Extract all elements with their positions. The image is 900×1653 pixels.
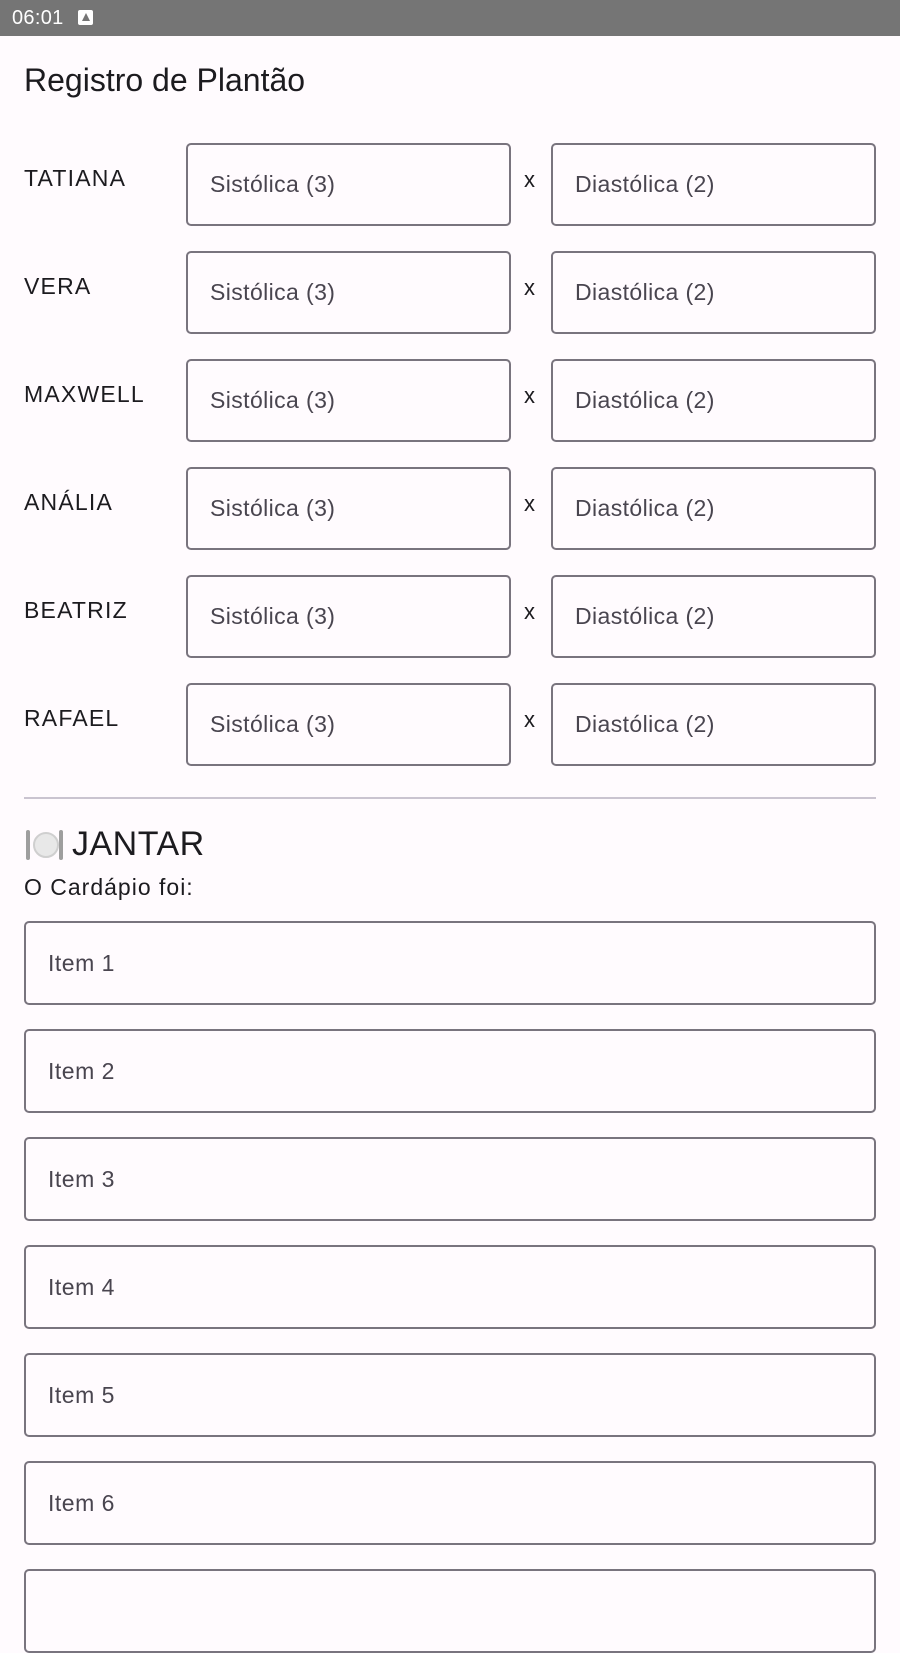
patient-name: RAFAEL xyxy=(24,705,120,731)
diastolic-input[interactable] xyxy=(551,251,876,334)
systolic-input[interactable] xyxy=(186,683,511,766)
status-time: 06:01 xyxy=(12,7,64,29)
diastolic-input[interactable] xyxy=(551,143,876,226)
patient-name: MAXWELL xyxy=(24,381,145,407)
bp-row-analia: ANÁLIA x xyxy=(0,467,900,551)
bp-row-rafael: RAFAEL x xyxy=(0,683,900,767)
patient-name: TATIANA xyxy=(24,165,127,191)
menu-item-input[interactable] xyxy=(24,1353,876,1437)
menu-item-input[interactable] xyxy=(24,1245,876,1329)
diastolic-input[interactable] xyxy=(551,467,876,550)
bp-row-maxwell: MAXWELL x xyxy=(0,359,900,443)
bp-separator: x xyxy=(524,599,535,624)
menu-item-input[interactable] xyxy=(24,1461,876,1545)
menu-label: O Cardápio foi: xyxy=(24,874,194,900)
status-bar: 06:01 xyxy=(0,0,900,36)
systolic-input[interactable] xyxy=(186,251,511,334)
diastolic-input[interactable] xyxy=(551,359,876,442)
systolic-input[interactable] xyxy=(186,575,511,658)
bp-separator: x xyxy=(524,707,535,732)
patient-name: BEATRIZ xyxy=(24,597,128,623)
patient-name: VERA xyxy=(24,273,92,299)
bp-separator: x xyxy=(524,383,535,408)
menu-item-input[interactable] xyxy=(24,1029,876,1113)
menu-item-input[interactable] xyxy=(24,1137,876,1221)
systolic-input[interactable] xyxy=(186,467,511,550)
menu-item-input[interactable] xyxy=(24,1569,876,1653)
systolic-input[interactable] xyxy=(186,359,511,442)
bp-separator: x xyxy=(524,167,535,192)
section-title: JANTAR xyxy=(72,824,205,863)
diastolic-input[interactable] xyxy=(551,683,876,766)
bp-row-tatiana: TATIANA x xyxy=(0,143,900,227)
systolic-input[interactable] xyxy=(186,143,511,226)
bp-separator: x xyxy=(524,491,535,516)
bp-row-beatriz: BEATRIZ x xyxy=(0,575,900,659)
page-title: Registro de Plantão xyxy=(24,62,306,98)
section-divider xyxy=(24,797,876,799)
a-letter-icon xyxy=(78,10,93,25)
bp-separator: x xyxy=(524,275,535,300)
patient-name: ANÁLIA xyxy=(24,489,114,515)
plate-cutlery-icon xyxy=(24,824,64,864)
bp-row-vera: VERA x xyxy=(0,251,900,335)
diastolic-input[interactable] xyxy=(551,575,876,658)
dinner-header: JANTAR xyxy=(24,822,205,866)
menu-item-input[interactable] xyxy=(24,921,876,1005)
